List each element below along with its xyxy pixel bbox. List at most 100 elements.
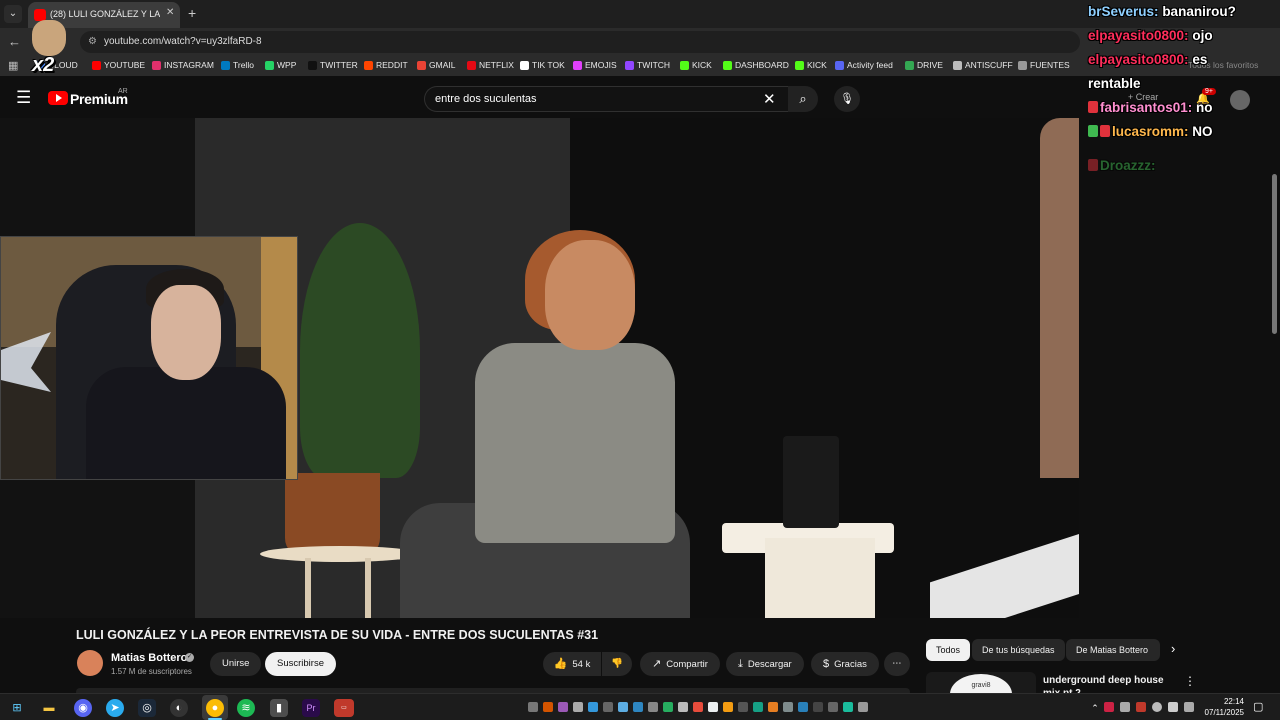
scrollbar-thumb[interactable] — [1272, 174, 1277, 334]
bookmark-tik-tok[interactable]: TIK TOK — [520, 60, 565, 70]
tab-search-dropdown-icon[interactable]: ⌄ — [4, 5, 22, 23]
search-input[interactable]: entre dos suculentas ✕ — [424, 86, 788, 112]
chip-from-searches[interactable]: De tus búsquedas — [972, 639, 1065, 661]
tray-app-icon[interactable] — [783, 702, 793, 712]
bookmark-dashboard[interactable]: DASHBOARD — [723, 60, 789, 70]
tray-app-icon[interactable] — [708, 702, 718, 712]
bookmark-twitter[interactable]: TWITTER — [308, 60, 358, 70]
tray-app-icon[interactable] — [648, 702, 658, 712]
voice-search-button[interactable]: 🎙 — [834, 86, 860, 112]
bookmark-wpp[interactable]: WPP — [265, 60, 296, 70]
bookmark-label: YOUTUBE — [104, 60, 146, 70]
taskbar-clock-date[interactable]: 07/11/2025 — [1198, 708, 1244, 717]
clear-search-icon[interactable]: ✕ — [763, 90, 776, 108]
network-icon[interactable] — [1152, 702, 1162, 712]
tray-app-icon[interactable] — [633, 702, 643, 712]
apps-grid-icon[interactable]: ▦ — [8, 59, 18, 72]
hamburger-menu-icon[interactable]: ☰ — [16, 88, 31, 108]
new-tab-button[interactable]: + — [188, 5, 196, 21]
steam-icon[interactable]: ◎ — [138, 699, 156, 717]
chip-all[interactable]: Todos — [926, 639, 971, 661]
tray-app-icon[interactable] — [768, 702, 778, 712]
tray-app-icon[interactable] — [693, 702, 703, 712]
tray-app-icon[interactable] — [543, 702, 553, 712]
tray-app-icon[interactable] — [1104, 702, 1114, 712]
volume-icon[interactable] — [1168, 702, 1178, 712]
streamer-webcam — [0, 236, 298, 480]
bookmark-kick[interactable]: KICK — [795, 60, 827, 70]
chip-from-channel[interactable]: De Matias Bottero — [1066, 639, 1160, 661]
battery-icon[interactable] — [1184, 702, 1194, 712]
tray-app-icon[interactable] — [753, 702, 763, 712]
more-vertical-icon[interactable]: ⋮ — [1184, 674, 1196, 688]
tray-app-icon[interactable] — [618, 702, 628, 712]
notification-center-icon[interactable]: ▢ — [1253, 700, 1263, 713]
address-bar[interactable]: ⚙ youtube.com/watch?v=uy3zlfaRD-8 — [80, 31, 1080, 53]
like-button[interactable]: 👍 54 k — [543, 652, 601, 676]
bookmark-favicon-icon — [364, 60, 373, 70]
tray-chevron-up-icon[interactable]: ⌃ — [1086, 699, 1104, 717]
discord-icon[interactable]: ◉ — [74, 699, 92, 717]
bookmark-instagram[interactable]: INSTAGRAM — [152, 60, 214, 70]
back-arrow-icon[interactable]: ← — [8, 34, 21, 49]
bookmark-label: INSTAGRAM — [164, 60, 214, 70]
page-scrollbar[interactable] — [1270, 88, 1278, 688]
voicemeeter-icon[interactable]: ▭ — [334, 699, 354, 717]
windows-start-icon[interactable]: ⊞ — [8, 699, 26, 717]
dislike-button[interactable]: 👎 — [602, 652, 632, 676]
tray-app-icon[interactable] — [678, 702, 688, 712]
tray-app-icon[interactable] — [528, 702, 538, 712]
bookmark-favicon-icon — [835, 60, 844, 70]
channel-avatar[interactable] — [77, 650, 103, 676]
tray-app-icon[interactable] — [1136, 702, 1146, 712]
obs-icon[interactable]: ◐ — [170, 699, 188, 717]
tray-app-icon[interactable] — [588, 702, 598, 712]
site-info-icon[interactable]: ⚙ — [88, 36, 97, 47]
tray-app-icon[interactable] — [858, 702, 868, 712]
channel-name[interactable]: Matias Bottero — [111, 652, 187, 664]
download-button[interactable]: ⤓ Descargar — [726, 652, 804, 676]
bookmark-kick[interactable]: KICK — [680, 60, 712, 70]
join-button[interactable]: Unirse — [210, 652, 262, 676]
youtube-logo-icon[interactable] — [48, 91, 68, 105]
bookmark-twitch[interactable]: TWITCH — [625, 60, 670, 70]
bookmark-emojis[interactable]: EMOJIS — [573, 60, 617, 70]
bookmark-fuentes[interactable]: FUENTES — [1018, 60, 1070, 70]
tray-app-icon[interactable] — [828, 702, 838, 712]
bookmark-youtube[interactable]: YOUTUBE — [92, 60, 145, 70]
tray-app-icon[interactable] — [723, 702, 733, 712]
tab-close-icon[interactable]: ✕ — [166, 7, 174, 18]
search-button[interactable]: ⌕ — [788, 86, 818, 112]
subscribe-button[interactable]: Suscribirse — [265, 652, 336, 676]
webcam-face — [151, 285, 221, 380]
tray-app-icon[interactable] — [558, 702, 568, 712]
tray-app-icon[interactable] — [573, 702, 583, 712]
chrome-icon[interactable]: ● — [206, 699, 224, 717]
bookmark-netflix[interactable]: NETFLIX — [467, 60, 514, 70]
recommended-title[interactable]: underground deep house mix pt.2 — [1043, 674, 1173, 694]
tray-app-icon[interactable] — [843, 702, 853, 712]
more-actions-button[interactable]: ⋯ — [884, 652, 910, 676]
bookmark-drive[interactable]: DRIVE — [905, 60, 943, 70]
bookmark-reddit[interactable]: REDDIT — [364, 60, 408, 70]
tray-app-icon[interactable] — [663, 702, 673, 712]
file-explorer-icon[interactable]: ▬ — [40, 699, 58, 717]
bookmark-trello[interactable]: Trello — [221, 60, 254, 70]
bookmark-activity-feed[interactable]: Activity feed — [835, 60, 893, 70]
telegram-icon[interactable]: ➤ — [106, 699, 124, 717]
tray-app-icon[interactable] — [738, 702, 748, 712]
taskbar-clock-time[interactable]: 22:14 — [1210, 697, 1244, 706]
tray-app-icon[interactable] — [798, 702, 808, 712]
thanks-button[interactable]: $ Gracias — [811, 652, 879, 676]
chevron-right-icon[interactable]: › — [1171, 641, 1175, 656]
share-button[interactable]: ↗ Compartir — [640, 652, 720, 676]
tray-app-icon[interactable] — [603, 702, 613, 712]
app-icon[interactable]: ▮ — [270, 699, 288, 717]
tray-app-icon[interactable] — [1120, 702, 1130, 712]
premiere-pro-icon[interactable]: Pr — [302, 699, 320, 717]
tray-app-icon[interactable] — [813, 702, 823, 712]
bookmark-gmail[interactable]: GMAIL — [417, 60, 455, 70]
recommended-thumbnail[interactable]: gravi8 — [926, 672, 1036, 694]
bookmark-antiscuff[interactable]: ANTISCUFF — [953, 60, 1013, 70]
spotify-icon[interactable]: ≋ — [237, 699, 255, 717]
